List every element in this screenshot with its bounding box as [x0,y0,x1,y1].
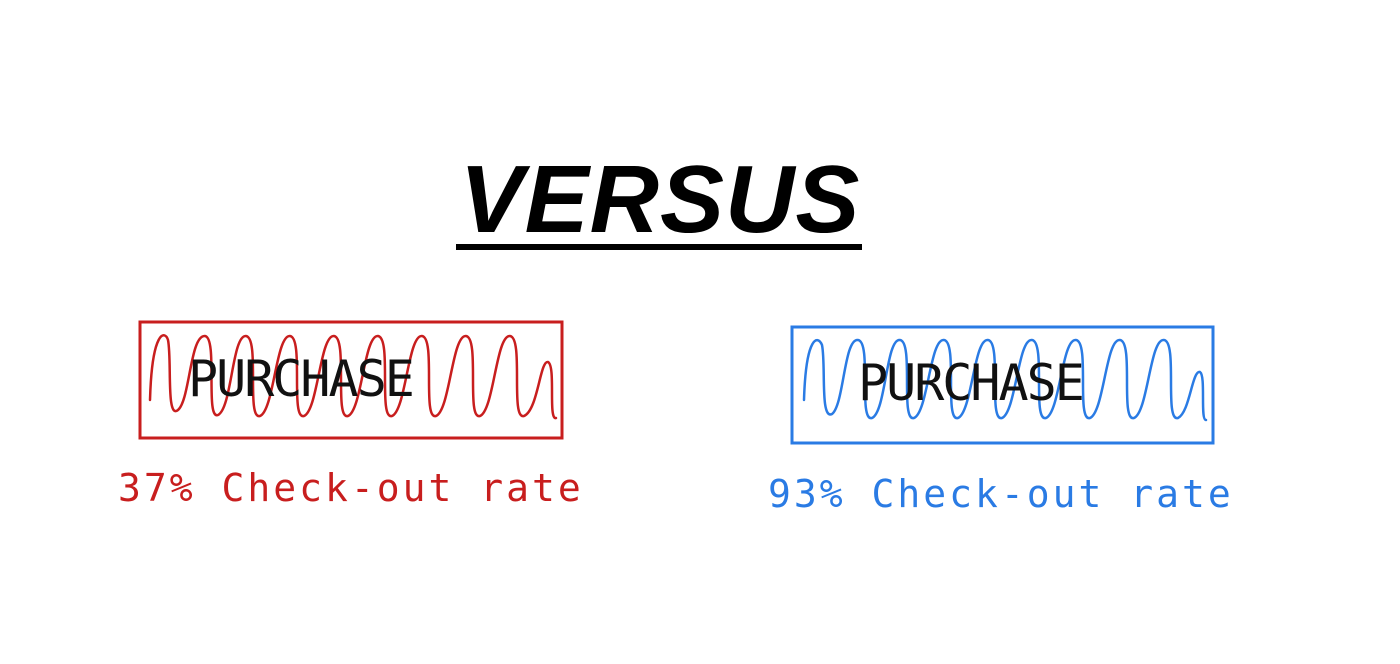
variant-a-rate: 37% Check-out rate [118,466,584,510]
variant-a-button-sketch [138,320,564,440]
variant-a: PURCHASE 37% Check-out rate [0,0,700,664]
variant-b: PURCHASE 93% Check-out rate [700,0,1400,664]
variant-b-rate: 93% Check-out rate [768,472,1234,516]
variant-b-button-sketch [790,325,1215,445]
variant-a-button-label[interactable]: PURCHASE [188,350,415,408]
variant-b-button-label[interactable]: PURCHASE [858,354,1085,412]
